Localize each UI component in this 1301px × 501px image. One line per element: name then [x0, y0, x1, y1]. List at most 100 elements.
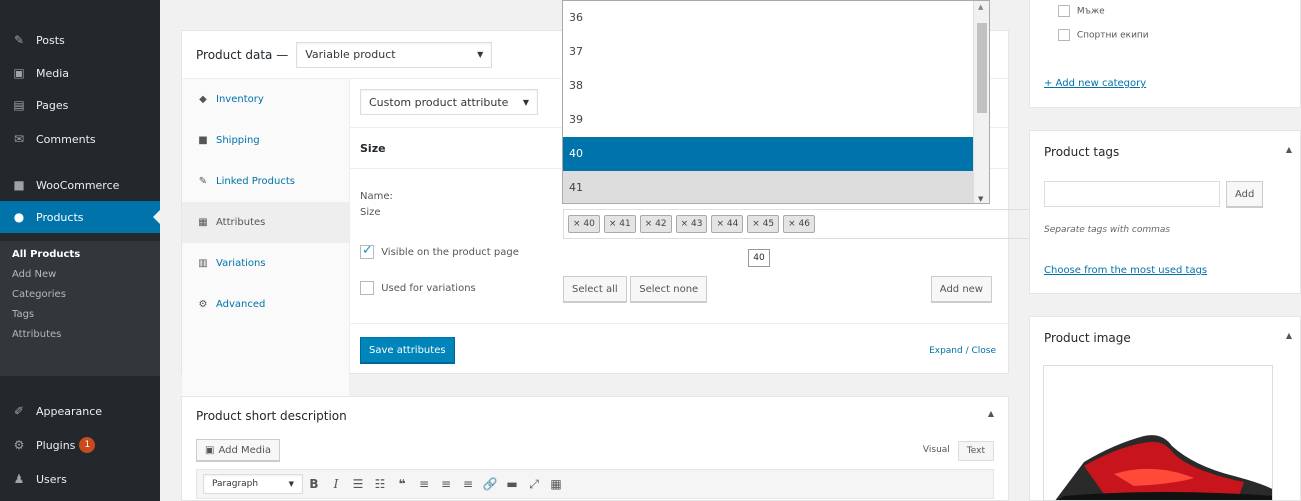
category-item[interactable]: Спортни екипи — [1058, 29, 1149, 41]
product-image-title: Product image — [1044, 331, 1131, 345]
submenu-attributes[interactable]: Attributes — [0, 325, 160, 345]
woocommerce-icon: ■ — [13, 178, 25, 192]
submenu-categories[interactable]: Categories — [0, 285, 160, 305]
bold-icon[interactable]: B — [303, 477, 325, 491]
pages-icon: ▤ — [13, 98, 25, 112]
menu-comments[interactable]: ✉ Comments — [0, 125, 160, 153]
dropdown-option[interactable]: 39 — [563, 103, 989, 137]
toggle-arrow-icon[interactable]: ▲ — [988, 409, 994, 418]
chevron-down-icon: ▼ — [288, 480, 294, 488]
scroll-down-icon[interactable]: ▼ — [978, 195, 983, 203]
category-label: Спортни екипи — [1076, 30, 1149, 41]
category-checkbox[interactable] — [1058, 29, 1070, 41]
menu-label: Users — [36, 472, 67, 486]
menu-plugins[interactable]: ⚙ Plugins 1 — [0, 431, 160, 459]
toggle-arrow-icon[interactable]: ▲ — [1286, 145, 1292, 154]
product-type-value: Variable product — [305, 48, 396, 61]
menu-users[interactable]: ♟ Users — [0, 465, 160, 493]
scroll-up-icon[interactable]: ▲ — [978, 3, 983, 11]
menu-label: Products — [36, 210, 84, 224]
media-icon: ▣ — [13, 66, 25, 80]
choose-tags-link[interactable]: Choose from the most used tags — [1044, 265, 1207, 276]
dropdown-option-hover[interactable]: 41 — [563, 171, 989, 203]
visible-label: Visible on the product page — [381, 247, 519, 258]
align-left-icon[interactable]: ≡ — [413, 477, 435, 491]
select-none-button[interactable]: Select none — [630, 276, 708, 302]
dropdown-option[interactable]: 37 — [563, 35, 989, 69]
menu-products[interactable]: ● Products — [0, 201, 160, 233]
visible-checkbox[interactable] — [360, 243, 374, 259]
dropdown-option[interactable]: 36 — [563, 1, 989, 35]
size-values-dropdown[interactable]: 36 37 38 39 40 41 ▲ ▼ — [562, 0, 990, 204]
add-media-button[interactable]: ▣ Add Media — [196, 439, 281, 461]
visible-on-page-option[interactable]: Visible on the product page — [360, 243, 519, 259]
chevron-down-icon: ▼ — [477, 50, 484, 59]
category-label: Мъже — [1076, 6, 1105, 17]
tab-shipping[interactable]: ■ Shipping — [182, 120, 349, 161]
italic-icon[interactable]: I — [325, 477, 347, 491]
categories-box: Мъже Спортни екипи + Add new category — [1029, 0, 1301, 108]
value-chip[interactable]: × 42 — [639, 215, 672, 233]
value-chip[interactable]: × 43 — [675, 215, 708, 233]
select-all-button[interactable]: Select all — [563, 276, 627, 302]
tab-attributes[interactable]: ▦ Attributes — [182, 202, 349, 243]
dropdown-option[interactable]: 38 — [563, 69, 989, 103]
add-new-category-link[interactable]: + Add new category — [1044, 78, 1146, 89]
visual-tab[interactable]: Visual — [915, 441, 958, 461]
expand-close-link[interactable]: Expand / Close — [929, 346, 996, 356]
new-tag-input[interactable] — [1044, 181, 1220, 207]
name-label: Name: — [360, 191, 393, 202]
menu-appearance[interactable]: ✐ Appearance — [0, 397, 160, 425]
value-chip[interactable]: × 46 — [783, 215, 816, 233]
value-chip[interactable]: × 41 — [603, 215, 636, 233]
category-item[interactable]: Мъже — [1058, 5, 1105, 17]
submenu-all-products[interactable]: All Products — [0, 245, 160, 265]
panel-divider — [350, 323, 1008, 324]
product-type-select[interactable]: Variable product ▼ — [296, 41, 493, 68]
scrollbar-thumb[interactable] — [977, 23, 987, 113]
product-image[interactable] — [1043, 365, 1273, 501]
used-for-variations-option[interactable]: Used for variations — [360, 281, 476, 295]
more-tag-icon[interactable]: ▬ — [501, 477, 523, 491]
value-chip[interactable]: × 40 — [568, 215, 600, 233]
toggle-arrow-icon[interactable]: ▲ — [1286, 331, 1292, 340]
align-center-icon[interactable]: ≡ — [435, 477, 457, 491]
format-select[interactable]: Paragraph ▼ — [203, 474, 303, 494]
blockquote-icon[interactable]: ❝ — [391, 477, 413, 491]
typed-value-input[interactable]: 40 — [748, 249, 770, 267]
bullet-list-icon[interactable]: ☰ — [347, 477, 369, 491]
text-tab[interactable]: Text — [957, 441, 994, 461]
submenu-tags[interactable]: Tags — [0, 305, 160, 325]
menu-woocommerce[interactable]: ■ WooCommerce — [0, 171, 160, 199]
add-new-value-button[interactable]: Add new — [930, 276, 992, 302]
tab-label: Inventory — [216, 94, 264, 105]
dropdown-scrollbar[interactable]: ▲ ▼ — [973, 1, 989, 203]
add-media-label: Add Media — [218, 444, 272, 456]
format-value: Paragraph — [212, 479, 259, 489]
toolbar-toggle-icon[interactable]: ▦ — [545, 477, 567, 491]
menu-media[interactable]: ▣ Media — [0, 59, 160, 87]
dropdown-option-selected[interactable]: 40 — [563, 137, 989, 171]
menu-label: Plugins — [36, 438, 76, 452]
menu-posts[interactable]: ✎ Posts — [0, 26, 160, 54]
product-data-title: Product data — — [196, 47, 289, 62]
save-attributes-button[interactable]: Save attributes — [360, 337, 455, 363]
value-chip[interactable]: × 44 — [711, 215, 744, 233]
tab-linked-products[interactable]: ✎ Linked Products — [182, 161, 349, 202]
attribute-title: Size — [360, 141, 386, 155]
align-right-icon[interactable]: ≡ — [457, 477, 479, 491]
fullscreen-icon[interactable]: ⤢ — [523, 477, 545, 492]
submenu-add-new[interactable]: Add New — [0, 265, 160, 285]
add-media-wrapper: ▣ Add Media — [196, 439, 281, 461]
tab-advanced[interactable]: ⚙ Advanced — [182, 284, 349, 325]
link-icon[interactable]: 🔗 — [479, 477, 501, 491]
numbered-list-icon[interactable]: ☷ — [369, 477, 391, 491]
value-chip[interactable]: × 45 — [747, 215, 780, 233]
category-checkbox[interactable] — [1058, 5, 1070, 17]
menu-pages[interactable]: ▤ Pages — [0, 91, 160, 119]
variations-checkbox[interactable] — [360, 281, 374, 295]
add-tag-button[interactable]: Add — [1226, 181, 1264, 207]
attribute-type-select[interactable]: Custom product attribute ▼ — [360, 89, 538, 115]
tab-variations[interactable]: ▥ Variations — [182, 243, 349, 284]
tab-inventory[interactable]: ◆ Inventory — [182, 79, 349, 120]
